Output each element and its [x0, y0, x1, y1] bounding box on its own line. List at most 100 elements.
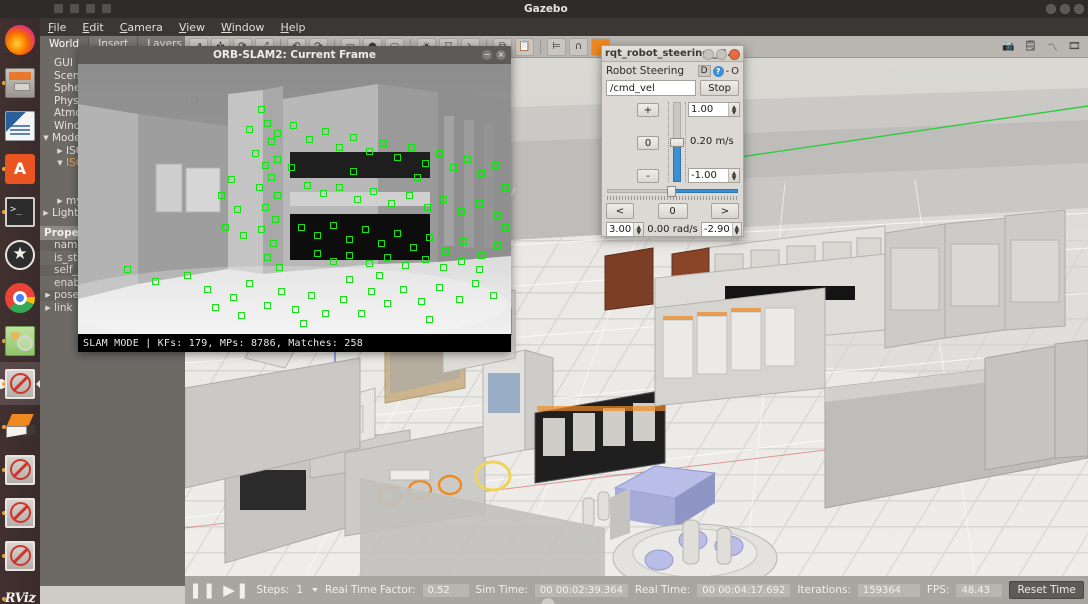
launcher-item-terminal[interactable]: [0, 190, 40, 233]
launcher-item-firefox[interactable]: [0, 18, 40, 61]
angular-right-button[interactable]: >: [711, 203, 739, 219]
linear-slider-handle[interactable]: [670, 138, 684, 147]
menu-view[interactable]: View: [179, 21, 205, 34]
screenshot-icon[interactable]: 📷: [999, 38, 1018, 56]
step-forward-button[interactable]: ▶❚: [223, 581, 249, 599]
orb-slam-frame-canvas[interactable]: [78, 64, 511, 334]
launcher-item-ros-window-4[interactable]: [0, 534, 40, 577]
angular-slider-handle[interactable]: [667, 186, 677, 197]
angular-max-spinbox[interactable]: 3.00 ▲ ▼: [606, 222, 645, 237]
linear-increase-button[interactable]: +: [637, 103, 659, 117]
network-icon[interactable]: [1046, 4, 1056, 14]
linear-zero-button[interactable]: 0: [637, 136, 659, 150]
stepper-icon[interactable]: ▲ ▼: [633, 223, 644, 236]
indicator-icon[interactable]: [86, 4, 95, 13]
twisty-icon[interactable]: ▼: [54, 159, 66, 167]
launcher-item-gazebo[interactable]: [0, 405, 40, 448]
feature-point: [458, 208, 465, 215]
linear-speed-label: 0.20 m/s: [690, 136, 734, 147]
dock-icon[interactable]: D: [697, 65, 711, 77]
feature-point: [380, 140, 387, 147]
twisty-icon[interactable]: ▶: [42, 304, 54, 312]
menu-edit[interactable]: Edit: [82, 21, 103, 34]
close-icon[interactable]: ×: [496, 50, 506, 60]
launcher-item-ros-window-1[interactable]: [0, 362, 40, 405]
volume-icon[interactable]: [1060, 4, 1070, 14]
feature-point: [442, 248, 449, 255]
align-icon[interactable]: ⊨: [547, 37, 566, 56]
launcher-item-ros-window-3[interactable]: [0, 491, 40, 534]
video-record-icon[interactable]: 🎞: [1065, 38, 1084, 56]
paste-icon[interactable]: 📋: [515, 37, 534, 56]
linear-min-spinbox[interactable]: -1.00 ▲ ▼: [688, 168, 740, 183]
orb-slam-titlebar[interactable]: ORB-SLAM2: Current Frame − ×: [78, 46, 511, 64]
stepper-icon[interactable]: ▲ ▼: [728, 169, 739, 182]
real-time-label: Real Time:: [635, 584, 691, 596]
close-panel-icon[interactable]: O: [731, 66, 739, 77]
linear-slider-fill: [673, 142, 681, 182]
launcher-item-image-viewer[interactable]: [0, 319, 40, 362]
feature-point: [354, 196, 361, 203]
indicator-icon[interactable]: [70, 4, 79, 13]
feature-point: [408, 144, 415, 151]
menu-help[interactable]: Help: [280, 21, 305, 34]
linear-max-spinbox[interactable]: 1.00 ▲ ▼: [688, 102, 740, 117]
stepper-icon[interactable]: ▲ ▼: [728, 103, 739, 116]
twisty-icon[interactable]: ▶: [42, 291, 54, 299]
minimize-icon[interactable]: −: [482, 50, 492, 60]
focused-arrow-icon: [36, 379, 40, 388]
feature-point: [276, 264, 283, 271]
rqt-titlebar[interactable]: rqt_robot_steering__R...: [602, 46, 743, 62]
angular-zero-button[interactable]: 0: [657, 203, 688, 219]
twisty-icon[interactable]: ▶: [54, 197, 66, 205]
feature-point: [222, 224, 229, 231]
ros-window-icon: [5, 454, 35, 485]
feature-point: [212, 304, 219, 311]
minimize-icon[interactable]: [703, 48, 714, 60]
linear-decrease-button[interactable]: -: [637, 169, 659, 183]
pause-button[interactable]: ❚❚: [189, 581, 216, 599]
menu-camera[interactable]: Camera: [120, 21, 163, 34]
rqt-topic-row: /cmd_vel Stop: [606, 80, 739, 96]
help-icon[interactable]: ?: [712, 65, 724, 77]
topic-input[interactable]: /cmd_vel: [606, 80, 697, 96]
launcher-item-chrome[interactable]: [0, 276, 40, 319]
log-record-icon[interactable]: 🗒: [1021, 38, 1040, 56]
launcher-item-ubuntu-software[interactable]: [0, 147, 40, 190]
stop-button[interactable]: Stop: [700, 80, 739, 96]
indicator-icon[interactable]: [102, 4, 111, 13]
angular-left-button[interactable]: <: [606, 203, 634, 219]
twisty-icon[interactable]: ▶: [40, 209, 52, 217]
stepper-icon[interactable]: ▲ ▼: [731, 223, 741, 236]
gazebo-icon: [5, 412, 35, 442]
snap-icon[interactable]: ∩: [569, 37, 588, 56]
menu-window[interactable]: Window: [221, 21, 264, 34]
steps-value[interactable]: 1: [296, 584, 303, 596]
twisty-icon[interactable]: ▼: [40, 134, 52, 142]
feature-point: [436, 284, 443, 291]
feature-point: [478, 252, 485, 259]
launcher-item-rviz[interactable]: RViz: [0, 577, 40, 604]
indicator-icon[interactable]: [54, 4, 63, 13]
feature-point: [304, 182, 311, 189]
launcher-item-libreoffice-writer[interactable]: [0, 104, 40, 147]
chevron-down-icon[interactable]: [312, 588, 319, 592]
plot-icon[interactable]: 〽: [1043, 38, 1062, 56]
feature-point: [350, 168, 357, 175]
launcher-item-ros-window-2[interactable]: [0, 448, 40, 491]
collapse-icon[interactable]: -: [726, 66, 730, 77]
feature-point: [400, 286, 407, 293]
feature-point: [378, 240, 385, 247]
launcher-item-files[interactable]: [0, 61, 40, 104]
menu-file[interactable]: File: [48, 21, 66, 34]
close-icon[interactable]: [729, 48, 740, 60]
power-icon[interactable]: [1074, 4, 1084, 14]
angular-slider[interactable]: [607, 186, 738, 197]
reset-time-button[interactable]: Reset Time: [1009, 581, 1084, 599]
feature-point: [476, 266, 483, 273]
feature-point: [322, 310, 329, 317]
launcher-item-steam[interactable]: [0, 233, 40, 276]
angular-min-spinbox[interactable]: -2.90 ▲ ▼: [700, 222, 742, 237]
maximize-icon[interactable]: [716, 48, 727, 60]
twisty-icon[interactable]: ▶: [54, 147, 66, 155]
